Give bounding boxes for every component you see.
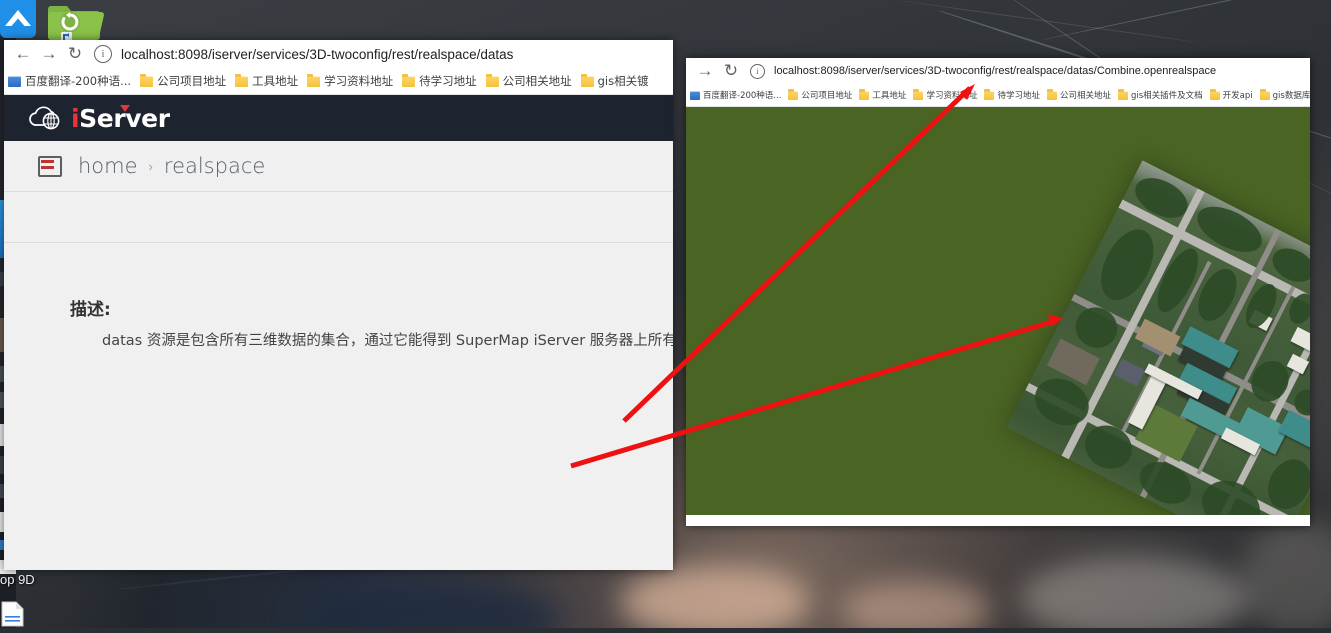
- bookmark-item[interactable]: 学习资料地址: [307, 73, 393, 89]
- folder-icon: [1117, 88, 1128, 100]
- address-bar-url: localhost:8098/iserver/services/3D-twoco…: [774, 65, 1217, 77]
- address-bar-url: localhost:8098/iserver/services/3D-twoco…: [121, 46, 514, 62]
- chevron-right-icon: ›: [148, 158, 153, 174]
- folder-icon: [307, 73, 321, 87]
- browser1-toolbar: ← → ↻ i localhost:8098/iserver/services/…: [4, 40, 673, 68]
- folder-icon: [1209, 88, 1220, 100]
- green-sync-folder-icon[interactable]: [48, 0, 104, 44]
- bookmark-item[interactable]: 学习资料地址: [913, 88, 978, 101]
- folder-icon: [1046, 88, 1057, 100]
- iserver-page-body: 描述: datas 资源是包含所有三维数据的集合，通过它能得到 SuperMap…: [4, 192, 673, 570]
- bookmark-label: gis相关插件及文档: [1130, 91, 1203, 101]
- folder-icon: [913, 88, 924, 100]
- folder-icon: [984, 88, 995, 100]
- folder-icon: [140, 73, 154, 87]
- bookmark-label: 待学习地址: [419, 74, 477, 88]
- bookmark-item[interactable]: gis数据库: [1259, 88, 1310, 101]
- description-title: 描述:: [70, 300, 111, 320]
- folder-icon: [235, 73, 249, 87]
- aerial-3d-model[interactable]: [1006, 160, 1310, 515]
- wallpaper-shape: [620, 566, 810, 628]
- bookmark-item[interactable]: 公司项目地址: [788, 88, 853, 101]
- browser2-toolbar: → ↻ i localhost:8098/iserver/services/3D…: [686, 58, 1310, 84]
- desktop-icon-label: op 9D: [0, 572, 35, 587]
- bookmark-item[interactable]: 工具地址: [235, 73, 298, 89]
- browser-window-realspace-viewer[interactable]: → ↻ i localhost:8098/iserver/services/3D…: [686, 58, 1310, 526]
- blue-arrow-app-icon[interactable]: [0, 0, 36, 40]
- forward-button[interactable]: →: [36, 41, 62, 67]
- bookmark-item[interactable]: 百度翻译-200种语...: [690, 89, 781, 101]
- list-icon: [38, 155, 62, 177]
- bookmark-item[interactable]: 百度翻译-200种语...: [8, 73, 131, 89]
- description-section: 描述: datas 资源是包含所有三维数据的集合，通过它能得到 SuperMap…: [4, 243, 673, 350]
- folder-icon: [402, 73, 416, 87]
- bookmark-label: 百度翻译-200种语...: [25, 74, 132, 88]
- document-icon[interactable]: [0, 600, 26, 628]
- bookmark-item[interactable]: 待学习地址: [984, 88, 1040, 101]
- bookmark-label: 工具地址: [872, 91, 907, 101]
- bookmark-item[interactable]: 待学习地址: [402, 73, 477, 89]
- realspace-3d-viewer[interactable]: [686, 107, 1310, 515]
- reload-button[interactable]: ↻: [62, 41, 88, 67]
- browser1-bookmarks-bar[interactable]: 百度翻译-200种语... 公司项目地址 工具地址 学习资料地址 待学习地址 公…: [4, 68, 673, 95]
- breadcrumb-current: realspace: [163, 154, 266, 178]
- bookmark-item[interactable]: gis相关插件及文档: [1117, 88, 1203, 101]
- bookmark-label: gis数据库: [1272, 91, 1310, 101]
- bookmark-label: 公司项目地址: [157, 74, 227, 88]
- bookmark-label: gis相关镀: [597, 74, 649, 88]
- bookmark-item[interactable]: 公司相关地址: [1046, 88, 1111, 101]
- back-button[interactable]: ←: [10, 41, 36, 67]
- folder-icon: [1259, 88, 1270, 100]
- folder-icon: [859, 88, 870, 100]
- address-bar[interactable]: i localhost:8098/iserver/services/3D-two…: [94, 42, 667, 66]
- folder-icon: [788, 88, 799, 100]
- iserver-wordmark: iServer: [71, 104, 170, 133]
- folder-icon: [580, 73, 594, 87]
- reload-button[interactable]: ↻: [718, 58, 744, 84]
- folder-icon: [485, 73, 499, 87]
- bookmark-item[interactable]: 公司相关地址: [485, 73, 572, 89]
- logo-letter-i: i: [71, 103, 80, 133]
- bookmark-label: 开发api: [1222, 91, 1253, 101]
- address-bar[interactable]: i localhost:8098/iserver/services/3D-two…: [750, 59, 1304, 83]
- bookmark-label: 工具地址: [252, 74, 299, 88]
- bookmark-label: 公司相关地址: [1059, 91, 1111, 101]
- bookmark-item[interactable]: 工具地址: [859, 88, 907, 101]
- breadcrumb-home[interactable]: home: [78, 154, 138, 178]
- bookmark-item[interactable]: 公司项目地址: [140, 73, 226, 89]
- site-info-icon[interactable]: i: [750, 63, 765, 79]
- bookmark-item[interactable]: gis相关镀: [580, 73, 649, 89]
- forward-button[interactable]: →: [692, 58, 718, 84]
- logo-triangle-accent: [120, 104, 130, 112]
- iserver-header: iServer: [4, 95, 673, 141]
- iserver-cloud-globe-icon: [26, 105, 64, 131]
- site-info-icon[interactable]: i: [94, 45, 112, 63]
- bookmark-label: 百度翻译-200种语...: [703, 91, 782, 101]
- bookmark-label: 公司项目地址: [801, 91, 853, 101]
- bookmark-label: 学习资料地址: [324, 74, 394, 88]
- bookmark-label: 学习资料地址: [926, 91, 978, 101]
- description-body: datas 资源是包含所有三维数据的集合，通过它能得到 SuperMap iSe…: [102, 333, 673, 349]
- translate-icon: [690, 90, 700, 100]
- browser2-bookmarks-bar[interactable]: 百度翻译-200种语... 公司项目地址 工具地址 学习资料地址 待学习地址 公…: [686, 84, 1310, 107]
- browser-window-iserver-datas[interactable]: ← → ↻ i localhost:8098/iserver/services/…: [4, 40, 673, 570]
- bookmark-label: 公司相关地址: [502, 74, 572, 88]
- breadcrumb: home › realspace: [4, 141, 673, 192]
- bookmark-item[interactable]: 开发api: [1209, 88, 1253, 101]
- translate-icon: [8, 75, 21, 87]
- bookmark-label: 待学习地址: [997, 91, 1040, 101]
